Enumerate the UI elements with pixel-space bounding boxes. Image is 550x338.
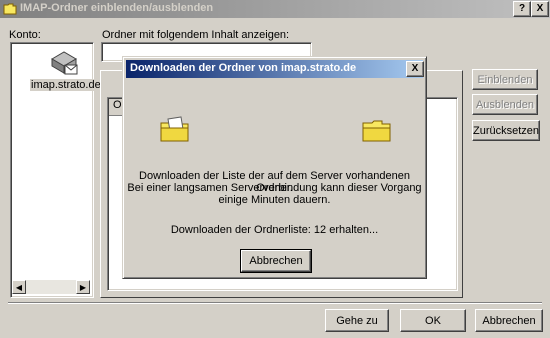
dialog-cancel-button[interactable]: Abbrechen: [240, 249, 312, 273]
window-title: IMAP-Ordner einblenden/ausblenden: [20, 2, 214, 14]
help-button[interactable]: ?: [513, 1, 531, 17]
filter-label: Ordner mit folgendem Inhalt anzeigen:: [102, 29, 290, 41]
dialog-status-text: Downloaden der Ordnerliste: 12 erhalten.…: [170, 224, 379, 236]
reset-button[interactable]: Zurücksetzen: [472, 120, 540, 141]
footer-separator: [8, 302, 542, 304]
account-label: Konto:: [9, 29, 41, 41]
goto-button[interactable]: Gehe zu: [325, 309, 389, 332]
cancel-button[interactable]: Abbrechen: [475, 309, 543, 332]
dialog-title-bar[interactable]: Downloaden der Ordner von imap.strato.de…: [126, 60, 424, 78]
dialog-title: Downloaden der Ordner von imap.strato.de: [130, 62, 357, 74]
show-button[interactable]: Einblenden: [472, 69, 538, 90]
account-item-name[interactable]: imap.strato.de: [30, 79, 102, 91]
server-mailbox-icon: [51, 51, 78, 75]
account-list[interactable]: imap.strato.de ◀ ▶: [10, 42, 102, 298]
scroll-left-icon[interactable]: ◀: [12, 280, 26, 294]
scroll-right-icon[interactable]: ▶: [76, 280, 90, 294]
account-hscrollbar[interactable]: ◀ ▶: [12, 280, 90, 294]
window-title-bar[interactable]: IMAP-Ordner einblenden/ausblenden ? X: [0, 0, 550, 18]
close-button[interactable]: X: [531, 1, 549, 17]
folder-icon: [362, 120, 391, 142]
imap-folders-window: IMAP-Ordner einblenden/ausblenden ? X Ko…: [0, 0, 550, 338]
dialog-message-line3: einige Minuten dauern.: [218, 194, 331, 206]
dialog-message-line2: Bei einer langsamen Serververbindung kan…: [127, 182, 422, 194]
download-dialog: Downloaden der Ordner von imap.strato.de…: [122, 56, 427, 279]
ok-button[interactable]: OK: [400, 309, 466, 332]
hide-button[interactable]: Ausblenden: [472, 94, 538, 115]
dialog-close-button[interactable]: X: [406, 61, 424, 77]
folder-open-icon: [160, 116, 189, 142]
folder-icon: [3, 3, 17, 15]
